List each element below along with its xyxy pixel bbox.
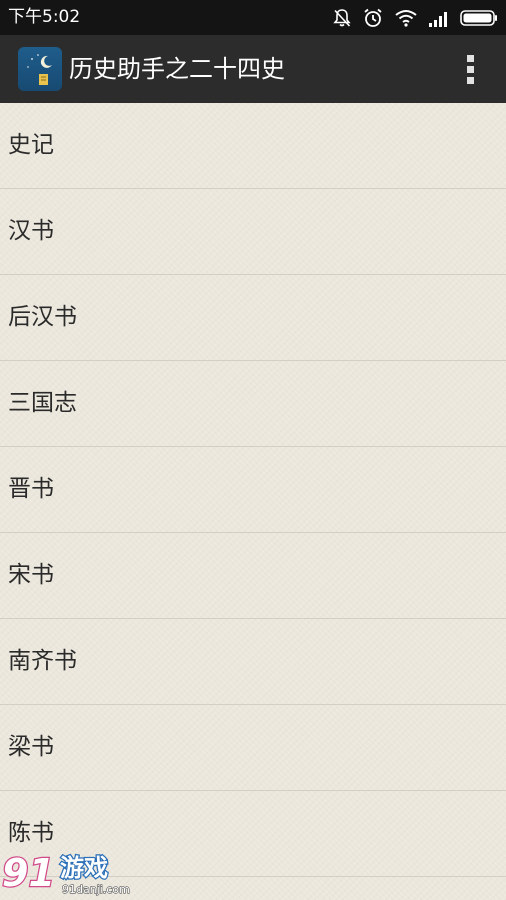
- list-item-label: 梁书: [8, 734, 54, 760]
- list-item-label: 后汉书: [8, 304, 77, 330]
- list-item[interactable]: 宋书: [0, 533, 506, 619]
- status-icons: [332, 6, 498, 30]
- menu-dot: [466, 76, 474, 84]
- list-item-label: 陈书: [8, 820, 54, 846]
- action-bar: 历史助手之二十四史: [0, 35, 506, 104]
- battery-icon: [460, 10, 497, 26]
- moon-book-icon[interactable]: [18, 47, 62, 91]
- list-item[interactable]: 南齐书: [0, 619, 506, 705]
- list-item[interactable]: 陈书: [0, 791, 506, 877]
- list-item-label: 晋书: [8, 476, 54, 502]
- list-item-label: 史记: [8, 132, 54, 158]
- menu-dot: [466, 54, 474, 62]
- signal-icon: [429, 12, 447, 27]
- list-item[interactable]: 三国志: [0, 361, 506, 447]
- notification-off-icon: [333, 9, 351, 27]
- list-item-label: 南齐书: [8, 648, 77, 674]
- alarm-icon: [364, 8, 382, 27]
- list-item[interactable]: 梁书: [0, 705, 506, 791]
- list-item-label: 宋书: [8, 562, 54, 588]
- overflow-menu-icon[interactable]: [458, 53, 482, 85]
- list-item[interactable]: 史记: [0, 103, 506, 189]
- status-bar: 下午5:02: [0, 0, 506, 35]
- list-item[interactable]: 后汉书: [0, 275, 506, 361]
- history-list: 史记 汉书 后汉书 三国志 晋书 宋书 南齐书 梁书 陈书: [0, 103, 506, 900]
- status-time: 下午5:02: [8, 7, 81, 27]
- menu-dot: [466, 65, 474, 73]
- app-title: 历史助手之二十四史: [69, 55, 285, 83]
- list-item-label: 三国志: [8, 390, 77, 416]
- list-item-label: 汉书: [8, 218, 54, 244]
- list-item[interactable]: 汉书: [0, 189, 506, 275]
- list-item[interactable]: 晋书: [0, 447, 506, 533]
- wifi-icon: [395, 10, 417, 27]
